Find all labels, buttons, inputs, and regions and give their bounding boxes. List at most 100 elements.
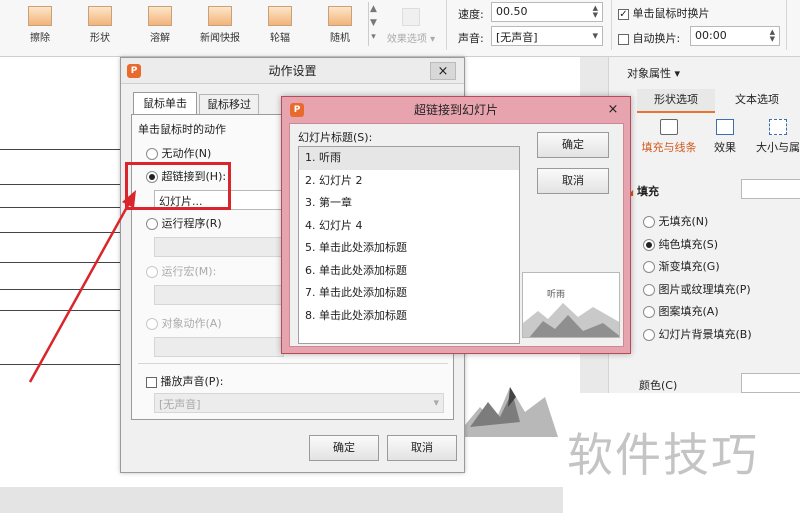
- effect-options-button[interactable]: 效果选项 ▾: [386, 8, 436, 45]
- gallery-scroll[interactable]: ▲ ▼ ▾: [368, 2, 378, 46]
- subtab-fill-line[interactable]: 填充与线条: [631, 119, 707, 155]
- divider: [611, 0, 612, 50]
- transition-dissolve-button[interactable]: 溶解: [136, 0, 184, 48]
- run-program-input[interactable]: [154, 237, 284, 257]
- list-item[interactable]: 1. 听雨: [299, 147, 519, 170]
- tab-mouse-click[interactable]: 鼠标单击: [133, 92, 197, 114]
- fill-option-label: 纯色填充(S): [658, 237, 719, 251]
- subtab-effect[interactable]: 效果: [707, 119, 743, 155]
- size-icon: [769, 119, 787, 135]
- panel-title[interactable]: 对象属性 ▾: [627, 65, 680, 81]
- ok-button[interactable]: 确定: [537, 132, 609, 158]
- color-label: 颜色(C): [639, 379, 678, 392]
- object-action-radio[interactable]: [146, 318, 158, 330]
- sound-label: 声音:: [458, 32, 484, 45]
- fill-section-label: 填充: [637, 185, 659, 198]
- fill-option-slide-bg[interactable]: 幻灯片背景填充(B): [643, 324, 752, 347]
- close-icon[interactable]: ×: [430, 62, 456, 80]
- cancel-button[interactable]: 取消: [537, 168, 609, 194]
- list-item[interactable]: 8. 单击此处添加标题: [299, 305, 519, 328]
- run-macro-radio[interactable]: [146, 266, 158, 278]
- none-radio[interactable]: [146, 148, 158, 160]
- slide-list[interactable]: 1. 听雨 2. 幻灯片 2 3. 第一章 4. 幻灯片 4 5. 单击此处添加…: [298, 146, 520, 344]
- option-none[interactable]: 无动作(N): [146, 145, 211, 161]
- fill-option-solid[interactable]: 纯色填充(S): [643, 234, 752, 257]
- advance-on-click-option[interactable]: 单击鼠标时换片: [618, 5, 710, 21]
- effect-options-label: 效果选项: [386, 34, 427, 45]
- speed-input[interactable]: 00.50 ▲ ▼: [491, 2, 603, 22]
- dissolve-label: 溶解: [150, 33, 170, 44]
- fill-picture-radio[interactable]: [643, 283, 655, 296]
- app-logo-icon: P: [127, 64, 141, 78]
- auto-advance-option[interactable]: 自动换片:: [618, 30, 680, 46]
- canvas-bottom-bar: [0, 487, 563, 513]
- advance-on-click-checkbox[interactable]: [618, 8, 629, 20]
- list-item[interactable]: 6. 单击此处添加标题: [299, 260, 519, 283]
- object-action-select[interactable]: [154, 337, 284, 357]
- sound-select[interactable]: [无声音] ▾: [491, 26, 603, 46]
- play-sound-checkbox[interactable]: [146, 376, 157, 388]
- fill-option-label: 图案填充(A): [658, 305, 719, 319]
- tab-shape-options[interactable]: 形状选项: [637, 89, 715, 113]
- effect-options-icon: [402, 8, 420, 26]
- list-item[interactable]: 4. 幻灯片 4: [299, 215, 519, 238]
- fill-option-pattern[interactable]: 图案填充(A): [643, 301, 752, 324]
- fill-option-label: 图片或纹理填充(P): [658, 282, 751, 296]
- option-object-action[interactable]: 对象动作(A): [146, 315, 222, 331]
- transition-wipe-button[interactable]: 擦除: [16, 0, 64, 48]
- run-macro-select[interactable]: [154, 285, 284, 305]
- fill-slide-bg-radio[interactable]: [643, 328, 655, 341]
- fill-solid-radio[interactable]: [643, 238, 655, 251]
- dialog-title: 超链接到幻灯片: [413, 103, 498, 117]
- color-select[interactable]: [741, 373, 800, 393]
- fill-option-label: 幻灯片背景填充(B): [658, 327, 752, 341]
- newsflash-icon: [208, 6, 232, 26]
- run-program-radio[interactable]: [146, 218, 158, 230]
- effect-icon: [716, 119, 734, 135]
- ok-label: 确定: [333, 441, 355, 454]
- watermark-area: 软件技巧: [563, 393, 800, 513]
- transition-newsflash-button[interactable]: 新闻快报: [196, 0, 244, 48]
- speed-value: 00.50: [496, 5, 528, 18]
- option-run-program[interactable]: 运行程序(R): [146, 215, 222, 231]
- option-run-macro[interactable]: 运行宏(M):: [146, 263, 216, 279]
- slide-list-label: 幻灯片标题(S):: [298, 131, 373, 144]
- tab-text-options[interactable]: 文本选项: [717, 89, 797, 113]
- auto-advance-input[interactable]: 00:00 ▲ ▼: [690, 26, 780, 46]
- fill-options: 无填充(N) 纯色填充(S) 渐变填充(G) 图片或纹理填充(P) 图案填充(A…: [643, 211, 752, 347]
- divider: [786, 0, 787, 50]
- fill-section-header[interactable]: ◢ 填充: [627, 183, 659, 199]
- watermark-text: 软件技巧: [567, 428, 759, 482]
- list-item[interactable]: 7. 单击此处添加标题: [299, 282, 519, 305]
- ribbon-toolbar: 擦除 形状 溶解 新闻快报 轮辐 随机 ▲ ▼ ▾ 效果选项 ▾ 速度: 00.50…: [0, 0, 800, 57]
- dissolve-icon: [148, 6, 172, 26]
- list-item[interactable]: 2. 幻灯片 2: [299, 170, 519, 193]
- transition-random-button[interactable]: 随机: [316, 0, 364, 48]
- highlight-box: [125, 162, 231, 210]
- group-label: 单击鼠标时的动作: [138, 123, 226, 136]
- shape-label: 形状: [90, 33, 110, 44]
- fill-none-radio[interactable]: [643, 216, 655, 228]
- fill-option-gradient[interactable]: 渐变填充(G): [643, 256, 752, 279]
- ok-button[interactable]: 确定: [309, 435, 379, 461]
- fill-option-none[interactable]: 无填充(N): [643, 211, 752, 234]
- close-icon[interactable]: ×: [600, 101, 626, 119]
- auto-advance-checkbox[interactable]: [618, 33, 629, 45]
- fill-color-picker[interactable]: [741, 179, 800, 199]
- divider: [446, 0, 447, 50]
- fill-option-picture[interactable]: 图片或纹理填充(P): [643, 279, 752, 302]
- play-sound-label: 播放声音(P):: [160, 375, 224, 388]
- tab-mouse-over[interactable]: 鼠标移过: [199, 94, 259, 114]
- list-item[interactable]: 5. 单击此处添加标题: [299, 237, 519, 260]
- transition-wheel-button[interactable]: 轮辐: [256, 0, 304, 48]
- transition-shape-button[interactable]: 形状: [76, 0, 124, 48]
- play-sound-select[interactable]: [无声音] ▾: [154, 393, 444, 413]
- fill-gradient-radio[interactable]: [643, 261, 655, 274]
- play-sound-option[interactable]: 播放声音(P):: [146, 373, 223, 389]
- subtab-size[interactable]: 大小与属: [755, 119, 800, 155]
- auto-advance-value: 00:00: [695, 29, 727, 42]
- fill-pattern-radio[interactable]: [643, 306, 655, 319]
- hyperlink-to-slide-dialog: P 超链接到幻灯片 × 幻灯片标题(S): 1. 听雨 2. 幻灯片 2 3. …: [281, 96, 631, 354]
- list-item[interactable]: 3. 第一章: [299, 192, 519, 215]
- cancel-button[interactable]: 取消: [387, 435, 457, 461]
